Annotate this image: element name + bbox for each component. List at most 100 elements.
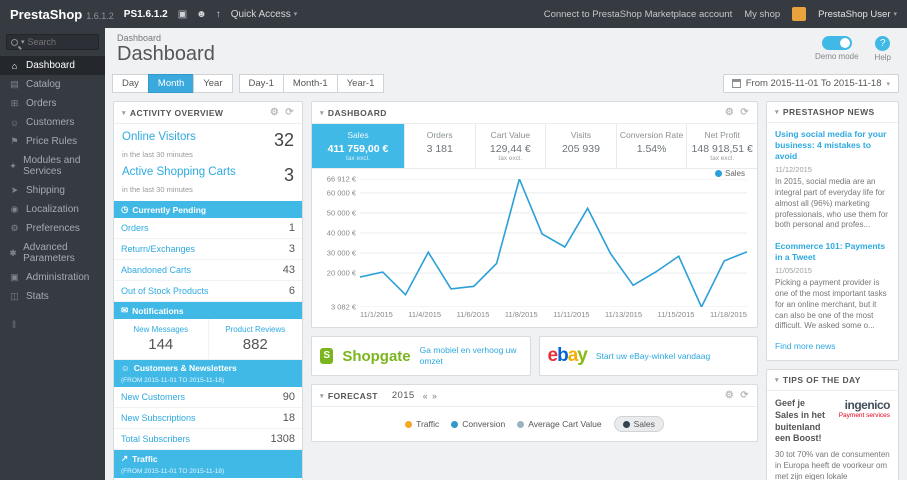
sidebar-item-shipping[interactable]: ➤ Shipping	[0, 181, 105, 200]
customers-total-subscribers-value: 1308	[270, 433, 295, 445]
find-more-news-link[interactable]: Find more news	[767, 336, 898, 360]
sidebar-item-catalog[interactable]: ▤ Catalog	[0, 75, 105, 94]
customers-newsletters-daterange: (FROM 2015-11-01 TO 2015-11-18)	[121, 377, 225, 384]
online-visitors-link[interactable]: Online Visitors	[122, 131, 196, 143]
forecast-prev-icon[interactable]: «	[423, 391, 428, 401]
pending-abandoned-carts-link[interactable]: Abandoned Carts	[121, 265, 191, 275]
panel-collapse-icon[interactable]: ▾	[122, 109, 126, 117]
news-list: Using social media for your business: 4 …	[767, 123, 898, 336]
kpi-visits[interactable]: Visits 205 939	[546, 124, 617, 168]
customers-newsletters-rows: New Customers 90 New Subscriptions 18 Total …	[114, 387, 302, 450]
quick-access-menu[interactable]: Quick Access ▾	[231, 9, 298, 20]
forecast-legend-conversion[interactable]: Conversion	[451, 419, 505, 429]
pending-row: Orders 1	[114, 218, 302, 239]
panel-collapse-icon[interactable]: ▾	[320, 392, 324, 400]
shop-name[interactable]: PS1.6.1.2	[124, 9, 168, 20]
customers-new-subscriptions-link[interactable]: New Subscriptions	[121, 413, 196, 423]
kpi-label: Visits	[570, 130, 592, 140]
notification-new-messages[interactable]: New Messages 144	[114, 319, 209, 359]
sidebar-item-orders[interactable]: ⊞ Orders	[0, 94, 105, 113]
kpi-net-profit[interactable]: Net Profit 148 918,51 € tax excl.	[687, 124, 757, 168]
date-filter-year[interactable]: Year	[193, 74, 233, 93]
date-range-picker[interactable]: From 2015-11-01 To 2015-11-18 ▾	[722, 74, 899, 93]
customers-new-customers-link[interactable]: New Customers	[121, 392, 185, 402]
chart-legend[interactable]: Sales	[714, 169, 745, 178]
activity-overview-panel: ▾ ACTIVITY OVERVIEW ⚙ ⟳ Online Visitors …	[113, 101, 303, 480]
user-name: PrestaShop User	[818, 8, 891, 20]
refresh-icon[interactable]: ⟳	[740, 390, 749, 401]
kpi-orders[interactable]: Orders 3 181	[405, 124, 476, 168]
sidebar-item-customers[interactable]: ☺ Customers	[0, 113, 105, 132]
sidebar-item-advanced-parameters[interactable]: ✱ Advanced Parameters	[0, 238, 105, 268]
help-icon[interactable]: ?	[875, 36, 891, 51]
topbar-right: Connect to PrestaShop Marketplace accoun…	[544, 7, 897, 21]
sidebar-item-dashboard[interactable]: ⌂ Dashboard	[0, 56, 105, 75]
upgrade-icon[interactable]: ↑	[216, 9, 221, 20]
marketplace-link[interactable]: Connect to PrestaShop Marketplace accoun…	[544, 9, 733, 20]
prestashop-logo[interactable]: PrestaShop 1.6.1.2	[10, 7, 114, 22]
kpi-cart-value[interactable]: Cart Value 129,44 € tax excl.	[476, 124, 547, 168]
news-article: Using social media for your business: 4 …	[767, 123, 898, 235]
kpi-conversion-rate[interactable]: Conversion Rate 1.54%	[617, 124, 688, 168]
forecast-legend-average-cart-value[interactable]: Average Cart Value	[517, 419, 602, 429]
date-filter-year-1[interactable]: Year-1	[336, 74, 385, 93]
y-axis-label: 60 000 €	[326, 188, 356, 198]
chevron-down-icon: ▾	[293, 11, 298, 18]
forecast-legend: Traffic Conversion Average Cart Value Sales	[312, 407, 757, 441]
sidebar-item-stats[interactable]: ◫ Stats	[0, 287, 105, 306]
pending-orders-link[interactable]: Orders	[121, 223, 149, 233]
sidebar-item-administration[interactable]: ▣ Administration	[0, 268, 105, 287]
sidebar-collapse-icon[interactable]: ‖	[12, 320, 105, 331]
sidebar-item-preferences[interactable]: ⚙ Preferences	[0, 219, 105, 238]
active-carts-link[interactable]: Active Shopping Carts	[122, 166, 236, 178]
panel-collapse-icon[interactable]: ▾	[775, 108, 779, 116]
shopgate-logo: Shopgate	[342, 347, 411, 365]
forecast-year[interactable]: 2015	[392, 390, 415, 401]
date-filter-month-1[interactable]: Month-1	[282, 74, 338, 93]
shopgate-link[interactable]: Ga mobiel en verhoog uw omzet	[420, 345, 522, 367]
ebay-promo[interactable]: ebay Start uw eBay-winkel vandaag	[538, 336, 758, 377]
legend-dot	[451, 420, 459, 428]
kpi-row: Sales 411 759,00 € tax excl. Orders 3 181 Car…	[312, 124, 757, 169]
refresh-icon[interactable]: ⟳	[740, 107, 749, 118]
news-article-title[interactable]: Ecommerce 101: Payments in a Tweet	[775, 241, 890, 263]
shopgate-promo[interactable]: S Shopgate Ga mobiel en verhoog uw omzet	[311, 336, 531, 377]
notifications-header: ✉ Notifications	[114, 302, 302, 319]
panel-collapse-icon[interactable]: ▾	[320, 109, 324, 117]
legend-label: Sales	[633, 419, 655, 430]
sidebar-item-localization[interactable]: ◉ Localization	[0, 200, 105, 219]
panel-collapse-icon[interactable]: ▾	[775, 376, 779, 384]
customers-notification-icon[interactable]: ☻	[196, 9, 207, 20]
forecast-legend-sales[interactable]: Sales	[613, 416, 664, 433]
sidebar-search[interactable]: ▾	[6, 34, 99, 50]
toggle-knob	[839, 38, 850, 48]
forecast-legend-traffic[interactable]: Traffic	[405, 419, 439, 429]
date-filter-month[interactable]: Month	[147, 74, 195, 93]
pending-return-exchanges-link[interactable]: Return/Exchanges	[121, 244, 195, 254]
active-carts-value: 3	[283, 165, 294, 185]
kpi-sales[interactable]: Sales 411 759,00 € tax excl.	[312, 124, 405, 168]
notification-product-reviews[interactable]: Product Reviews 882	[209, 319, 303, 359]
news-article-title[interactable]: Using social media for your business: 4 …	[775, 129, 890, 162]
my-shop-link[interactable]: My shop	[744, 9, 780, 20]
forecast-next-icon[interactable]: »	[432, 391, 437, 401]
ebay-link[interactable]: Start uw eBay-winkel vandaag	[596, 351, 710, 362]
cart-notification-icon[interactable]: ▣	[178, 9, 187, 20]
gear-icon[interactable]: ⚙	[270, 107, 279, 118]
chevron-down-icon: ▾	[886, 80, 890, 88]
forecast-panel: ▾ FORECAST 2015 « » ⚙ ⟳ Traffic Conversio…	[311, 384, 758, 443]
refresh-icon[interactable]: ⟳	[285, 107, 294, 118]
date-filter-day[interactable]: Day	[112, 74, 149, 93]
forecast-title: FORECAST	[327, 390, 378, 401]
stats-icon: ◫	[10, 291, 19, 301]
gear-icon[interactable]: ⚙	[725, 107, 734, 118]
date-filter-day-1[interactable]: Day-1	[238, 74, 284, 93]
gear-icon[interactable]: ⚙	[725, 390, 734, 401]
sidebar-item-modules-and-services[interactable]: ✦ Modules and Services	[0, 151, 105, 181]
search-input[interactable]	[27, 37, 86, 47]
customers-total-subscribers-link[interactable]: Total Subscribers	[121, 434, 190, 444]
user-menu[interactable]: PrestaShop User ▾	[818, 9, 897, 20]
pending-out-of-stock-products-link[interactable]: Out of Stock Products	[121, 286, 209, 296]
sidebar-item-price-rules[interactable]: ⚑ Price Rules	[0, 132, 105, 151]
demo-mode-toggle[interactable]	[821, 36, 852, 50]
